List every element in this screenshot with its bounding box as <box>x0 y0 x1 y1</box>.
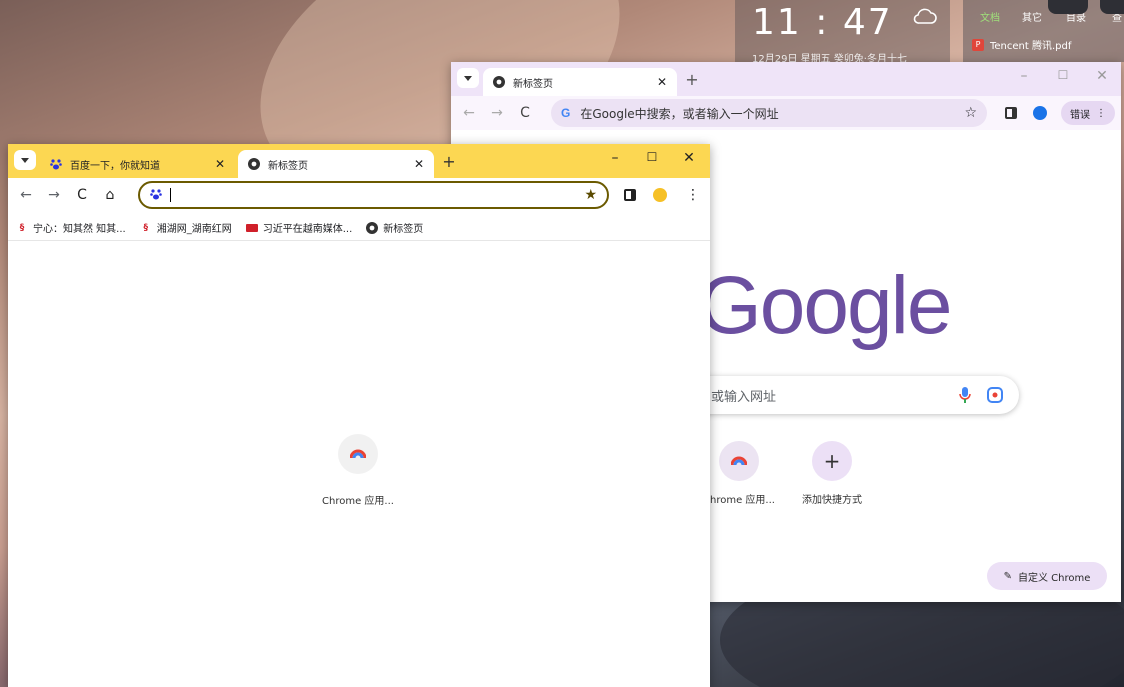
profile-icon[interactable] <box>1033 106 1047 120</box>
add-icon: + <box>812 441 852 481</box>
side-panel-icon[interactable] <box>624 189 636 201</box>
minimize-button[interactable]: – <box>600 150 630 166</box>
baidu-paw-icon <box>50 158 62 170</box>
tab-title: 新标签页 <box>513 78 553 90</box>
minimize-button[interactable]: – <box>1009 68 1039 84</box>
tab-search-button[interactable] <box>14 150 36 170</box>
omnibox[interactable]: G 在Google中搜索，或者输入一个网址 ☆ <box>551 99 987 127</box>
close-tab-icon[interactable]: ✕ <box>657 75 667 89</box>
notes-file-label: Tencent 腾讯.pdf <box>990 41 1072 52</box>
bookmark-label: 习近平在越南媒体... <box>262 224 353 235</box>
microphone-icon[interactable] <box>959 387 971 403</box>
shortcut-chrome-apps[interactable]: Chrome 应用... <box>312 434 404 507</box>
shortcut-label: 添加快捷方式 <box>802 495 862 506</box>
notes-tab-other[interactable]: 其它 <box>1022 9 1042 24</box>
customize-chrome-button[interactable]: ✎ 自定义 Chrome <box>987 562 1107 590</box>
back-button[interactable]: ← <box>455 105 483 121</box>
lens-icon[interactable] <box>987 387 1003 403</box>
bookmark-label: 宁心：知其然 知其... <box>33 224 126 235</box>
toolbar: ← → C G 在Google中搜索，或者输入一个网址 ☆ 错误 ⋮ <box>451 96 1121 130</box>
reload-button[interactable]: C <box>68 187 96 203</box>
google-g-icon: G <box>561 106 571 120</box>
profile-error-chip[interactable]: 错误 ⋮ <box>1061 101 1115 125</box>
tab-title: 新标签页 <box>268 160 308 172</box>
more-menu-icon[interactable]: ⋮ <box>686 187 700 203</box>
pencil-icon: ✎ <box>1003 570 1012 582</box>
tab-search-button[interactable] <box>457 68 479 88</box>
shortcut-icon-bg <box>719 441 759 481</box>
bookmark-label: 新标签页 <box>383 224 424 235</box>
maximize-button[interactable]: ☐ <box>637 150 667 164</box>
tab-strip: 百度一下，你就知道 ✕ 新标签页 ✕ + – ☐ ✕ <box>8 144 710 178</box>
chevron-down-icon <box>464 75 472 81</box>
google-logo: Google <box>698 260 952 351</box>
tab-title: 百度一下，你就知道 <box>70 160 160 172</box>
chrome-icon <box>493 76 505 88</box>
bookmark-star-icon[interactable]: ☆ <box>964 105 977 121</box>
shortcut-add[interactable]: + 添加快捷方式 <box>786 441 878 506</box>
site-favicon-icon: § <box>19 222 25 233</box>
notes-file-item[interactable]: P Tencent 腾讯.pdf <box>972 37 1071 52</box>
profile-icon[interactable] <box>653 188 667 202</box>
close-window-button[interactable]: ✕ <box>1087 68 1117 84</box>
more-icon: ⋮ <box>1096 107 1106 119</box>
chevron-down-icon <box>21 157 29 163</box>
notes-tab-docs[interactable]: 文档 <box>980 9 1000 24</box>
toolbar: ← → C ⌂ ★ ⋮ <box>8 178 710 212</box>
baidu-paw-icon <box>150 188 162 203</box>
close-tab-icon[interactable]: ✕ <box>215 157 225 171</box>
new-tab-button[interactable]: + <box>438 151 460 171</box>
tab-new-tab[interactable]: 新标签页 ✕ <box>483 68 677 96</box>
side-panel-icon[interactable] <box>1005 107 1017 119</box>
chrome-icon <box>248 158 260 170</box>
shortcut-label: Chrome 应用... <box>322 496 394 507</box>
pdf-icon: P <box>972 38 984 51</box>
forward-button[interactable]: → <box>483 105 511 121</box>
close-tab-icon[interactable]: ✕ <box>414 157 424 171</box>
bookmark-item[interactable]: § 宁心：知其然 知其... <box>16 220 126 236</box>
bookmark-star-icon[interactable]: ★ <box>584 187 597 203</box>
back-button[interactable]: ← <box>12 187 40 203</box>
globe-icon <box>366 221 379 234</box>
bookmark-label: 湘湖网_湖南红网 <box>156 224 232 235</box>
tray-button[interactable] <box>1100 0 1124 14</box>
bookmarks-bar: § 宁心：知其然 知其... § 湘湖网_湖南红网 习近平在越南媒体... 新标签页 <box>8 215 710 241</box>
tab-baidu[interactable]: 百度一下，你就知道 ✕ <box>40 150 235 178</box>
chrome-apps-icon <box>350 449 366 459</box>
news-favicon-icon <box>245 223 258 232</box>
clock-time: 11 : 47 <box>752 2 893 43</box>
bookmark-item[interactable]: § 湘湖网_湖南红网 <box>140 220 232 236</box>
browser-window-front: 百度一下，你就知道 ✕ 新标签页 ✕ + – ☐ ✕ ← → C ⌂ ★ ⋮ §… <box>8 144 710 687</box>
close-window-button[interactable]: ✕ <box>674 150 704 166</box>
bookmark-item[interactable]: 习近平在越南媒体... <box>245 220 353 235</box>
cloud-icon <box>913 8 937 24</box>
omnibox-placeholder: 在Google中搜索，或者输入一个网址 <box>580 106 779 121</box>
profile-error-label: 错误 <box>1070 109 1090 121</box>
text-cursor <box>170 188 171 202</box>
reload-button[interactable]: C <box>511 105 539 121</box>
maximize-button[interactable]: ☐ <box>1048 68 1078 82</box>
tab-new-tab[interactable]: 新标签页 ✕ <box>238 150 434 178</box>
chrome-apps-icon <box>731 456 747 466</box>
tab-strip: 新标签页 ✕ + – ☐ ✕ <box>451 62 1121 96</box>
omnibox[interactable]: ★ <box>138 181 609 209</box>
forward-button[interactable]: → <box>40 187 68 203</box>
bookmark-item[interactable]: 新标签页 <box>366 220 423 235</box>
shortcut-icon-bg <box>338 434 378 474</box>
shortcut-label: Chrome 应用... <box>703 495 775 506</box>
search-placeholder: 或输入网址 <box>711 389 777 405</box>
tray-button[interactable] <box>1048 0 1088 14</box>
site-favicon-icon: § <box>143 222 148 233</box>
home-button[interactable]: ⌂ <box>96 187 124 203</box>
new-tab-button[interactable]: + <box>681 69 703 89</box>
customize-label: 自定义 Chrome <box>1017 572 1091 584</box>
